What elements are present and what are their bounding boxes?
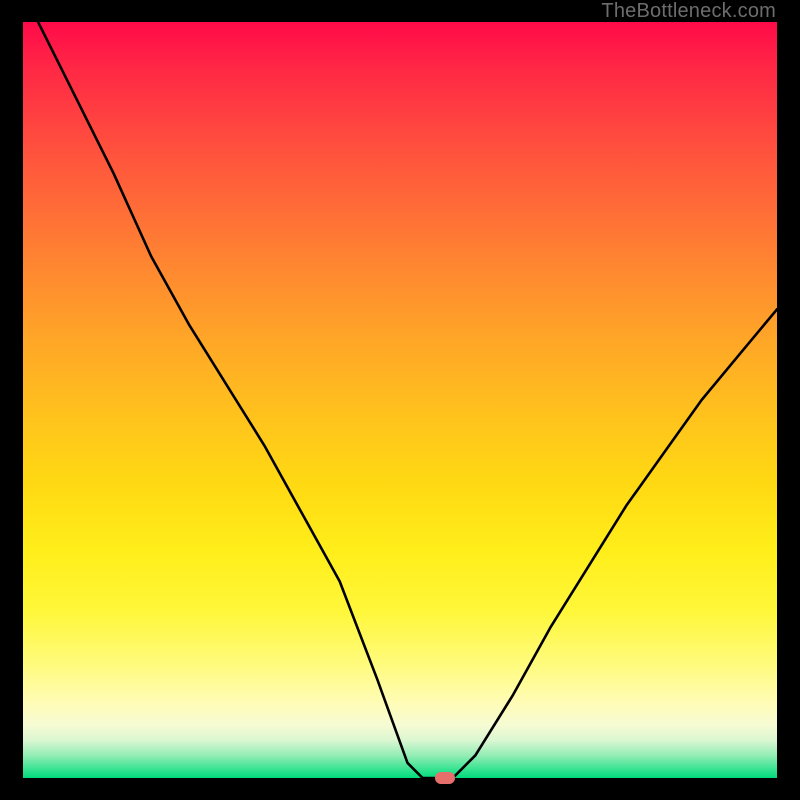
- curve-layer: [23, 22, 777, 778]
- chart-frame: TheBottleneck.com: [0, 0, 800, 800]
- bottleneck-curve: [38, 22, 777, 778]
- watermark-text: TheBottleneck.com: [601, 0, 776, 23]
- current-position-marker: [435, 772, 455, 784]
